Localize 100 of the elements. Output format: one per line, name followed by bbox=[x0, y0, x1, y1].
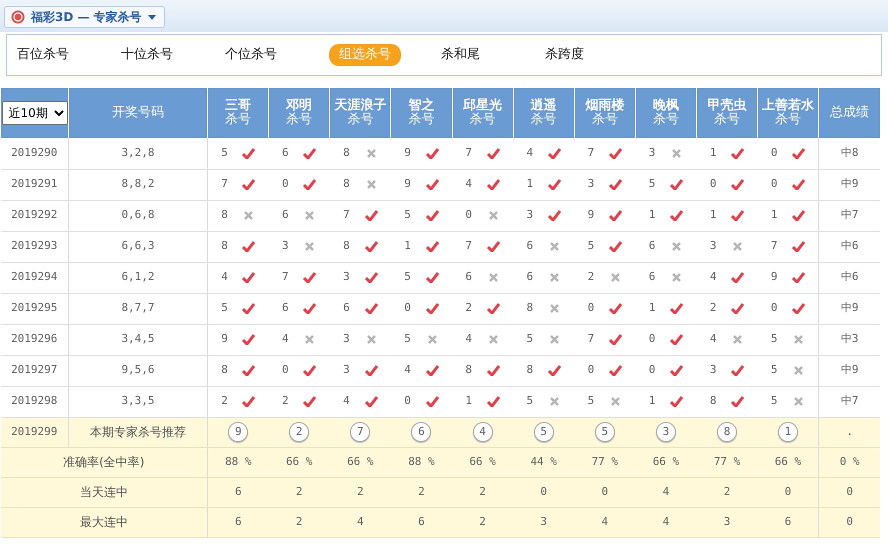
column-header: 甲壳虫 杀号 bbox=[706, 98, 748, 127]
table-cell: 中9 bbox=[840, 177, 858, 190]
column-header: 天涯浪子 杀号 bbox=[333, 98, 388, 127]
table-cell: 中9 bbox=[840, 301, 858, 314]
table-cell-text: 3 bbox=[343, 331, 350, 348]
table-cell: 2019292 bbox=[11, 208, 58, 222]
table-cell: 88 % bbox=[225, 454, 252, 468]
table-cell-text: 0 bbox=[404, 393, 411, 410]
table-cell: 0 bbox=[846, 514, 853, 528]
table-cell-text: 1 bbox=[526, 176, 534, 192]
table-cell-text: 9 bbox=[588, 207, 594, 224]
table-cell-text: 2 bbox=[282, 393, 289, 410]
table-cell: 2019299 bbox=[11, 424, 58, 438]
table-cell-text: 2 bbox=[465, 300, 472, 316]
column-header: 邓明 杀号 bbox=[284, 98, 314, 127]
number-ball: 4 bbox=[472, 422, 493, 442]
number-ball: 7 bbox=[350, 422, 370, 442]
table-cell: 中6 bbox=[840, 239, 858, 252]
table-cell-text: 7 bbox=[770, 238, 778, 254]
table-cell: 66 % bbox=[469, 454, 496, 468]
table-cell: 9,5,6 bbox=[121, 363, 155, 376]
table-cell-text: 4 bbox=[710, 331, 716, 348]
column-header: 开奖号码 bbox=[112, 104, 164, 120]
number-ball: 9 bbox=[228, 422, 248, 442]
table-cell-text: 3 bbox=[282, 238, 289, 254]
table-cell-text: 8 bbox=[221, 238, 228, 254]
table-cell: 3,2,8 bbox=[121, 146, 155, 159]
nav-tab[interactable]: 杀和尾 bbox=[441, 44, 545, 66]
table-cell-text: 2 bbox=[588, 269, 594, 286]
table-cell: 4 bbox=[602, 514, 608, 528]
table-cell: 3,4,5 bbox=[121, 332, 155, 346]
table-cell: 0 % bbox=[840, 454, 860, 468]
table-cell-text: 0 bbox=[282, 362, 289, 378]
nav-tab[interactable]: 杀跨度 bbox=[545, 44, 649, 66]
table-cell: 6 bbox=[235, 484, 242, 498]
column-header: 三哥 杀号 bbox=[224, 98, 252, 127]
table-cell: 3 bbox=[540, 514, 547, 528]
table-cell-text: 3 bbox=[588, 176, 594, 192]
table-cell: 中8 bbox=[840, 146, 858, 159]
table-cell-text: 6 bbox=[343, 300, 350, 316]
column-header: 邱星光 杀号 bbox=[462, 98, 504, 127]
number-ball: 3 bbox=[656, 422, 676, 442]
table-cell-text: 1 bbox=[710, 145, 716, 161]
table-cell-text: 0 bbox=[465, 207, 472, 224]
table-cell-text: 6 bbox=[648, 269, 656, 286]
table-cell: 0 bbox=[784, 484, 792, 498]
table-cell-text: 0 bbox=[648, 362, 656, 378]
table-cell-text: 3 bbox=[526, 207, 534, 224]
table-cell: 0,6,8 bbox=[121, 208, 155, 222]
column-header: 晚枫 杀号 bbox=[652, 98, 680, 127]
table-cell-text: 6 bbox=[282, 300, 289, 316]
period-select[interactable]: 近10期 bbox=[2, 101, 68, 125]
nav-tab[interactable]: 百位杀号 bbox=[17, 44, 121, 66]
table-cell: 中3 bbox=[840, 332, 858, 346]
table-cell-text: 0 bbox=[770, 145, 778, 161]
table-cell-text: 7 bbox=[465, 238, 472, 254]
table-cell-text: 3 bbox=[343, 362, 350, 378]
table-cell-text: 6 bbox=[526, 238, 534, 254]
table-cell-text: 8 bbox=[343, 238, 350, 254]
table-cell-text: 5 bbox=[588, 393, 594, 410]
table-cell: 66 % bbox=[652, 454, 680, 468]
nav-tab[interactable]: 个位杀号 bbox=[225, 44, 329, 66]
column-header: 烟雨楼 杀号 bbox=[584, 98, 626, 127]
table-cell-text: 7 bbox=[588, 145, 594, 161]
table-cell-text: 7 bbox=[343, 207, 350, 224]
table-cell-text: 1 bbox=[710, 207, 716, 224]
lottery-logo-icon bbox=[11, 10, 25, 24]
table-cell-text: 3 bbox=[343, 269, 350, 286]
table-cell: 6 bbox=[235, 514, 242, 528]
number-ball: 8 bbox=[717, 422, 738, 442]
table-cell-text: 5 bbox=[770, 393, 778, 410]
table-cell: 0 bbox=[602, 484, 608, 498]
table-cell: 2019298 bbox=[11, 394, 58, 408]
table-cell-text: 0 bbox=[588, 362, 594, 378]
table-cell-text: 5 bbox=[404, 269, 411, 286]
table-cell: 2019293 bbox=[11, 239, 58, 252]
table-cell-text: 3 bbox=[710, 362, 716, 378]
table-cell-text: 3 bbox=[710, 238, 716, 254]
table-cell-text: 9 bbox=[221, 331, 228, 348]
table-cell: 2019296 bbox=[11, 332, 58, 346]
table-cell: 6 bbox=[418, 514, 425, 528]
table-cell-text: 0 bbox=[770, 300, 778, 316]
nav-tab[interactable]: 十位杀号 bbox=[121, 44, 225, 66]
table-cell-text: 1 bbox=[465, 393, 472, 410]
table-cell-text: 9 bbox=[770, 269, 778, 286]
table-cell-text: 2 bbox=[221, 393, 228, 410]
dropdown-tab[interactable]: 福彩3D — 专家杀号 bbox=[4, 6, 165, 28]
table-cell: 2 bbox=[479, 484, 486, 498]
table-cell: 6 bbox=[784, 514, 792, 528]
table-cell-text: 4 bbox=[282, 331, 289, 348]
table-cell: 66 % bbox=[347, 454, 374, 468]
table-cell: 6,6,3 bbox=[121, 239, 155, 252]
table-cell: 66 % bbox=[774, 454, 802, 468]
table-cell-text: 5 bbox=[221, 300, 228, 316]
column-header: 总成绩 bbox=[830, 104, 870, 120]
table-cell: 当天连中 bbox=[80, 485, 128, 499]
table-cell-text: 6 bbox=[648, 238, 656, 254]
table-cell-text: 4 bbox=[526, 145, 534, 161]
table-cell-text: 5 bbox=[404, 207, 411, 224]
table-cell-text: 0 bbox=[588, 300, 594, 316]
